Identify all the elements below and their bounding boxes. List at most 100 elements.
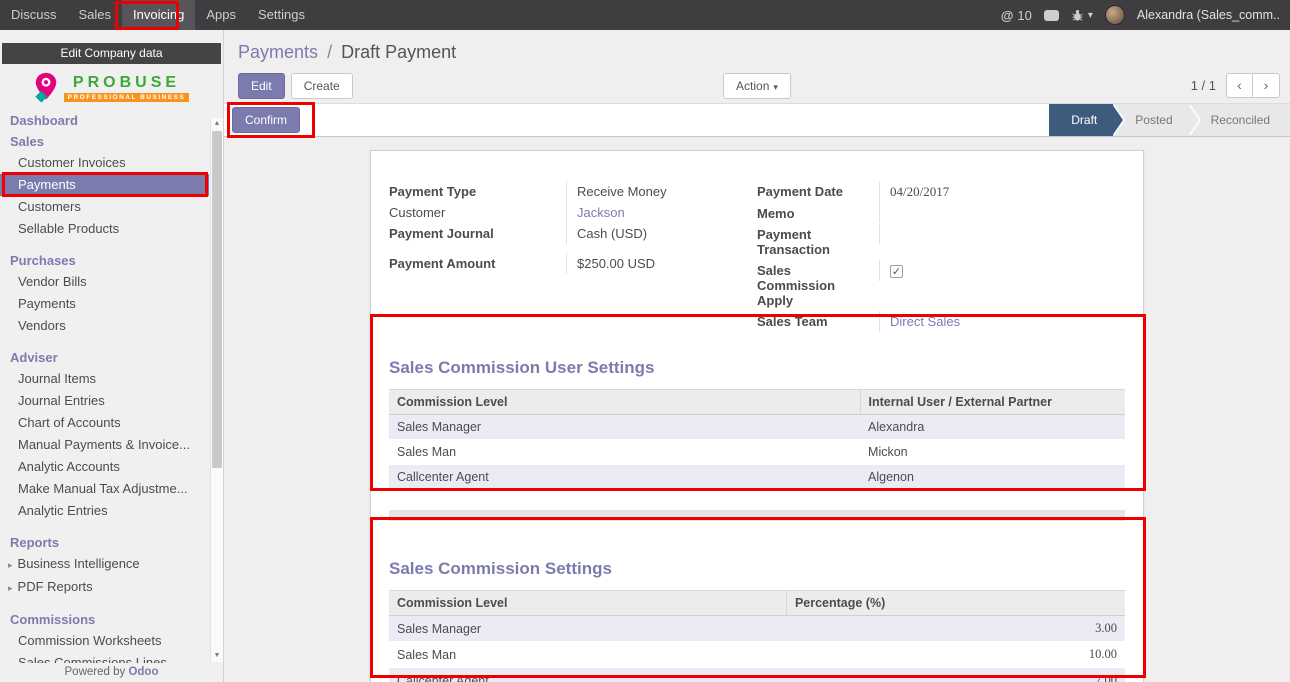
sidebar: Edit Company data PROBUSE PROFESSIONAL B… <box>0 30 224 682</box>
sidebar-item-journal-entries[interactable]: Journal Entries <box>0 390 209 412</box>
table-row[interactable]: Sales Manager Alexandra <box>389 415 1125 440</box>
mention-icon: @ <box>1001 8 1014 23</box>
field-payment-amount: Payment Amount $250.00 USD <box>389 253 757 274</box>
caret-down-icon: ▾ <box>773 82 778 92</box>
topbar-right: @ 10 ▾ Alexandra (Sales_comm.. <box>1001 5 1290 25</box>
create-button[interactable]: Create <box>291 73 353 99</box>
logo-pin-icon <box>34 72 58 104</box>
table-row[interactable]: Sales Man Mickon <box>389 440 1125 465</box>
scroll-up-icon[interactable]: ▲ <box>211 118 223 130</box>
field-memo: Memo <box>757 203 1125 224</box>
field-value: 04/20/2017 <box>879 181 1125 203</box>
column-header-commission-level[interactable]: Commission Level <box>389 591 786 616</box>
field-label: Payment Transaction <box>757 224 879 260</box>
sidebar-item-purchase-payments[interactable]: Payments <box>0 293 209 315</box>
menu-invoicing[interactable]: Invoicing <box>122 0 195 30</box>
menu-sales[interactable]: Sales <box>68 0 123 30</box>
action-zone: Action ▾ <box>723 73 791 99</box>
sidebar-heading-adviser[interactable]: Adviser <box>0 347 209 368</box>
cell-user: Mickon <box>860 440 1125 465</box>
action-dropdown-button[interactable]: Action ▾ <box>723 73 791 99</box>
breadcrumb-current: Draft Payment <box>341 42 456 62</box>
sidebar-item-pdf-reports[interactable]: ▸PDF Reports <box>0 576 209 599</box>
sales-commission-apply-checkbox[interactable]: ✓ <box>890 265 903 278</box>
sidebar-item-manual-payments[interactable]: Manual Payments & Invoice... <box>0 434 209 456</box>
sidebar-item-dashboard[interactable]: Dashboard <box>0 110 209 131</box>
collapse-arrow-icon: ▸ <box>8 560 13 570</box>
sidebar-item-vendors[interactable]: Vendors <box>0 315 209 337</box>
action-label: Action <box>736 79 769 93</box>
sidebar-heading-sales[interactable]: Sales <box>0 131 209 152</box>
table-row[interactable]: Sales Man 10.00 <box>389 642 1125 668</box>
cell-commission-level: Sales Manager <box>389 616 786 642</box>
sidebar-item-business-intelligence[interactable]: ▸ Business Intelligence <box>0 553 209 576</box>
avatar[interactable] <box>1105 5 1125 25</box>
column-header-commission-level[interactable]: Commission Level <box>389 390 860 415</box>
breadcrumb: Payments / Draft Payment <box>224 30 1290 68</box>
cell-commission-level: Sales Man <box>389 642 786 668</box>
customer-link[interactable]: Jackson <box>577 205 625 220</box>
sidebar-item-customer-invoices[interactable]: Customer Invoices <box>0 152 209 174</box>
breadcrumb-separator: / <box>323 42 336 62</box>
scroll-down-icon[interactable]: ▼ <box>211 650 223 662</box>
sidebar-item-label: Business Intelligence <box>18 556 140 571</box>
edit-button[interactable]: Edit <box>238 73 285 99</box>
menu-discuss[interactable]: Discuss <box>0 0 68 30</box>
sidebar-item-journal-items[interactable]: Journal Items <box>0 368 209 390</box>
sidebar-heading-purchases[interactable]: Purchases <box>0 250 209 271</box>
control-row: Edit Create Action▾ 1 / 1 ‹ › <box>224 68 1290 103</box>
form-right-column: Payment Date 04/20/2017 Memo Payment Tra… <box>757 181 1125 332</box>
bug-icon <box>1071 9 1084 22</box>
collapse-arrow-icon: ▸ <box>8 583 13 593</box>
sidebar-item-commission-worksheets[interactable]: Commission Worksheets <box>0 630 209 652</box>
sales-team-link[interactable]: Direct Sales <box>890 314 960 329</box>
sidebar-heading-commissions[interactable]: Commissions <box>0 609 209 630</box>
cell-commission-level: Sales Manager <box>389 415 860 440</box>
cell-commission-level: Callcenter Agent <box>389 668 786 682</box>
column-header-internal-user[interactable]: Internal User / External Partner <box>860 390 1125 415</box>
field-customer: Customer Jackson <box>389 202 757 223</box>
sidebar-item-chart-of-accounts[interactable]: Chart of Accounts <box>0 412 209 434</box>
table-header-row: Commission Level Percentage (%) <box>389 591 1125 616</box>
table-row[interactable]: Sales Manager 3.00 <box>389 616 1125 642</box>
sidebar-item-sellable-products[interactable]: Sellable Products <box>0 218 209 240</box>
field-sales-team: Sales Team Direct Sales <box>757 311 1125 332</box>
menu-settings[interactable]: Settings <box>247 0 316 30</box>
sidebar-item-vendor-bills[interactable]: Vendor Bills <box>0 271 209 293</box>
edit-company-button[interactable]: Edit Company data <box>2 43 221 64</box>
scrollbar-thumb[interactable] <box>212 131 222 468</box>
user-menu[interactable]: Alexandra (Sales_comm.. <box>1137 8 1280 22</box>
field-sales-commission-apply: Sales Commission Apply ✓ <box>757 260 1125 311</box>
breadcrumb-payments-link[interactable]: Payments <box>238 42 318 62</box>
logo-text: PROBUSE PROFESSIONAL BUSINESS <box>64 74 190 102</box>
sidebar-heading-reports[interactable]: Reports <box>0 532 209 553</box>
cell-user: Alexandra <box>860 415 1125 440</box>
table-footer-strip <box>389 510 1125 521</box>
odoo-link[interactable]: Odoo <box>128 666 158 678</box>
confirm-button[interactable]: Confirm <box>232 107 300 133</box>
pager-previous-button[interactable]: ‹ <box>1226 73 1253 98</box>
cell-commission-level: Callcenter Agent <box>389 465 860 490</box>
user-settings-table: Commission Level Internal User / Externa… <box>389 389 1125 490</box>
cell-user: Algenon <box>860 465 1125 490</box>
menu-apps[interactable]: Apps <box>195 0 247 30</box>
debug-menu[interactable]: ▾ <box>1071 9 1093 22</box>
sidebar-item-payments[interactable]: Payments <box>0 174 209 196</box>
sidebar-item-customers[interactable]: Customers <box>0 196 209 218</box>
status-step-draft[interactable]: Draft <box>1049 104 1113 136</box>
pager-next-button[interactable]: › <box>1253 73 1280 98</box>
sidebar-item-analytic-accounts[interactable]: Analytic Accounts <box>0 456 209 478</box>
sidebar-item-analytic-entries[interactable]: Analytic Entries <box>0 500 209 522</box>
field-label: Payment Amount <box>389 253 566 274</box>
sidebar-item-manual-tax-adjustment[interactable]: Make Manual Tax Adjustme... <box>0 478 209 500</box>
table-row[interactable]: Callcenter Agent 7.00 <box>389 668 1125 682</box>
table-row[interactable]: Callcenter Agent Algenon <box>389 465 1125 490</box>
messages-icon[interactable] <box>1044 10 1059 21</box>
column-header-percentage[interactable]: Percentage (%) <box>786 591 1125 616</box>
sidebar-scrollbar[interactable]: ▲ ▼ <box>210 118 223 662</box>
field-value <box>879 224 1125 244</box>
field-payment-journal: Payment Journal Cash (USD) <box>389 223 757 244</box>
activities-indicator[interactable]: @ 10 <box>1001 8 1032 23</box>
status-step-reconciled[interactable]: Reconciled <box>1189 104 1290 136</box>
table-header-row: Commission Level Internal User / Externa… <box>389 390 1125 415</box>
